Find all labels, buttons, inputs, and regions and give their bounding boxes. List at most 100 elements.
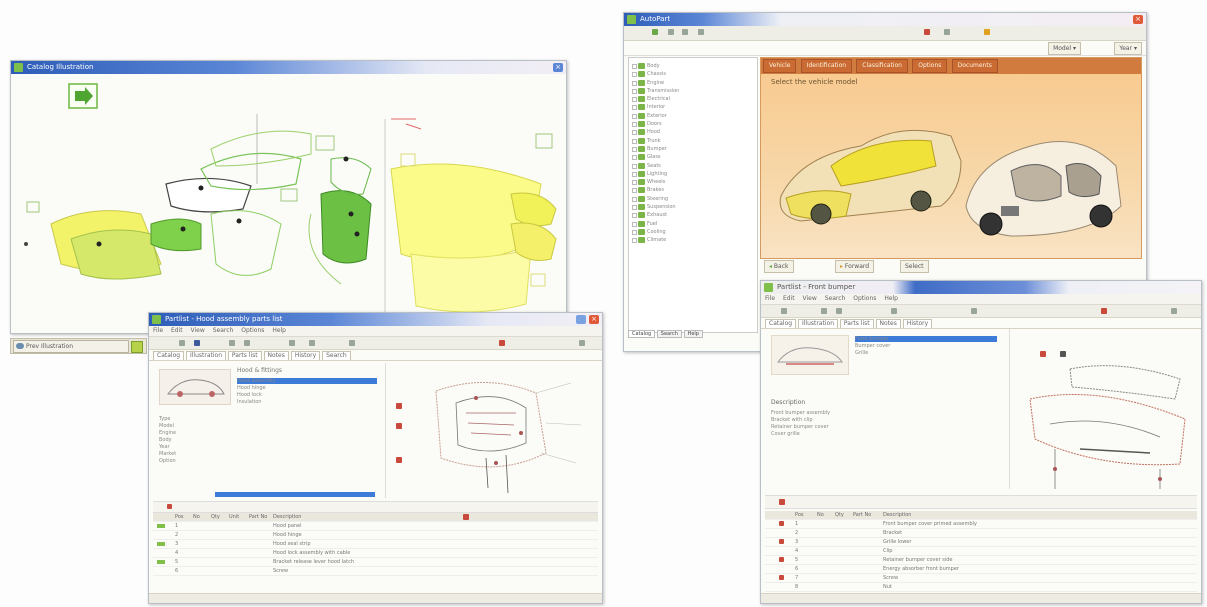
thumbnail[interactable]	[159, 369, 231, 405]
zoom-icon[interactable]	[944, 29, 950, 35]
search-icon[interactable]	[924, 29, 930, 35]
tree-item[interactable]: Hood	[629, 128, 757, 136]
filter-icon[interactable]	[1101, 308, 1107, 314]
menu-help[interactable]: Help	[272, 327, 286, 334]
delete-icon[interactable]	[779, 499, 785, 505]
model-select[interactable]: Model ▾	[1048, 42, 1081, 55]
table-row[interactable]: 5 Retainer bumper cover side	[765, 556, 1197, 565]
search-icon[interactable]	[971, 308, 977, 314]
list-item[interactable]: Grille	[855, 350, 997, 356]
forward-icon[interactable]	[836, 308, 842, 314]
col-partno[interactable]: Part No	[249, 513, 267, 521]
tree-item[interactable]: Chassis	[629, 70, 757, 78]
list-item[interactable]: Hood assembly	[237, 378, 377, 384]
tree-item[interactable]: Exterior	[629, 112, 757, 120]
taskbar-item-green[interactable]	[131, 341, 143, 353]
partlist-titlebar[interactable]: Partlist - Front bumper	[761, 281, 1201, 294]
list-item[interactable]: Hood lock	[237, 392, 377, 398]
options-icon[interactable]	[579, 340, 585, 346]
close-icon[interactable]: ×	[589, 315, 599, 324]
forward-icon[interactable]	[244, 340, 250, 346]
menu-options[interactable]: Options	[241, 327, 264, 334]
col-no[interactable]: No	[817, 511, 824, 519]
table-row[interactable]: 4 Clip	[765, 547, 1197, 556]
save-icon[interactable]	[194, 340, 200, 346]
col-description[interactable]: Description	[273, 513, 301, 521]
tree-item[interactable]: Transmission	[629, 87, 757, 95]
close-icon[interactable]: ×	[1133, 15, 1143, 24]
back-icon[interactable]	[821, 308, 827, 314]
options-icon[interactable]	[1171, 308, 1177, 314]
print-icon[interactable]	[781, 308, 787, 314]
tree-item[interactable]: Lighting	[629, 170, 757, 178]
table-row[interactable]: 7 Screw	[765, 574, 1197, 583]
print-icon[interactable]	[179, 340, 185, 346]
tree-item[interactable]: Suspension	[629, 203, 757, 211]
selection-bar[interactable]	[215, 492, 375, 497]
tree-item[interactable]: Doors	[629, 120, 757, 128]
tab-identification[interactable]: Identification	[800, 59, 853, 73]
list-item[interactable]: Bumper cover	[855, 343, 997, 349]
thumbnail[interactable]	[771, 335, 849, 375]
tree-item[interactable]: Electrical	[629, 95, 757, 103]
footer-tab[interactable]: Help	[683, 330, 703, 338]
forward-icon[interactable]	[682, 29, 688, 35]
tab-history[interactable]: History	[290, 351, 321, 360]
search-icon[interactable]	[309, 340, 315, 346]
menu-edit[interactable]: Edit	[171, 327, 183, 334]
autopart-titlebar[interactable]: AutoPart ×	[624, 13, 1146, 26]
col-pos[interactable]: Pos	[175, 513, 184, 521]
col-pos[interactable]: Pos	[795, 511, 804, 519]
close-icon[interactable]: ×	[553, 63, 563, 72]
tree-item[interactable]: Fuel	[629, 220, 757, 228]
table-row[interactable]: 3 Grille lower	[765, 538, 1197, 547]
sort-icon[interactable]	[463, 514, 469, 520]
tab-documents[interactable]: Documents	[951, 59, 998, 73]
menu-view[interactable]: View	[191, 327, 205, 334]
tree-item[interactable]: Body	[629, 62, 757, 70]
partlist-titlebar[interactable]: Partlist - Hood assembly parts list ×	[149, 313, 602, 326]
list-item[interactable]: Hood hinge	[237, 385, 377, 391]
year-select[interactable]: Year ▾	[1114, 42, 1142, 55]
tab-history[interactable]: History	[902, 319, 933, 328]
tree-item[interactable]: Seats	[629, 162, 757, 170]
footer-tab[interactable]: Catalog	[628, 330, 656, 338]
tab-catalog[interactable]: Catalog	[153, 351, 185, 360]
tree-item[interactable]: Exhaust	[629, 211, 757, 219]
menu-file[interactable]: File	[765, 295, 775, 302]
col-no[interactable]: No	[193, 513, 200, 521]
zoom-icon[interactable]	[289, 340, 295, 346]
table-row[interactable]: 6 Energy absorber front bumper	[765, 565, 1197, 574]
flag-icon[interactable]	[167, 504, 172, 509]
back-icon[interactable]	[668, 29, 674, 35]
forward-button[interactable]: ▸ Forward	[835, 260, 875, 273]
help-icon[interactable]	[984, 29, 990, 35]
col-description[interactable]: Description	[883, 511, 911, 519]
home-icon[interactable]	[652, 29, 658, 35]
tab-catalog[interactable]: Catalog	[765, 319, 797, 328]
tab-search[interactable]: Search	[322, 351, 351, 360]
table-row[interactable]: 5 Bracket release lever hood latch	[153, 558, 598, 567]
col-unit[interactable]: Unit	[229, 513, 239, 521]
tab-options[interactable]: Options	[912, 59, 948, 73]
tab-notes[interactable]: Notes	[875, 319, 901, 328]
list-item[interactable]: Front bumper	[855, 336, 997, 342]
table-row[interactable]: 1 Front bumper cover primed assembly	[765, 520, 1197, 529]
tab-classification[interactable]: Classification	[856, 59, 908, 73]
tree-item[interactable]: Trunk	[629, 137, 757, 145]
zoom-icon[interactable]	[891, 308, 897, 314]
menu-options[interactable]: Options	[853, 295, 876, 302]
tree-item[interactable]: Steering	[629, 195, 757, 203]
tab-parts-list[interactable]: Parts list	[839, 319, 874, 328]
tree-item[interactable]: Glass	[629, 153, 757, 161]
refresh-icon[interactable]	[349, 340, 355, 346]
tab-vehicle[interactable]: Vehicle	[763, 59, 797, 73]
menu-help[interactable]: Help	[884, 295, 898, 302]
table-row[interactable]: 4 Hood lock assembly with cable	[153, 549, 598, 558]
footer-tab[interactable]: Search	[656, 330, 682, 338]
tree-item[interactable]: Bumper	[629, 145, 757, 153]
tab-illustration[interactable]: Illustration	[185, 351, 226, 360]
tree-item[interactable]: Interior	[629, 103, 757, 111]
menu-edit[interactable]: Edit	[783, 295, 795, 302]
menu-search[interactable]: Search	[825, 295, 846, 302]
